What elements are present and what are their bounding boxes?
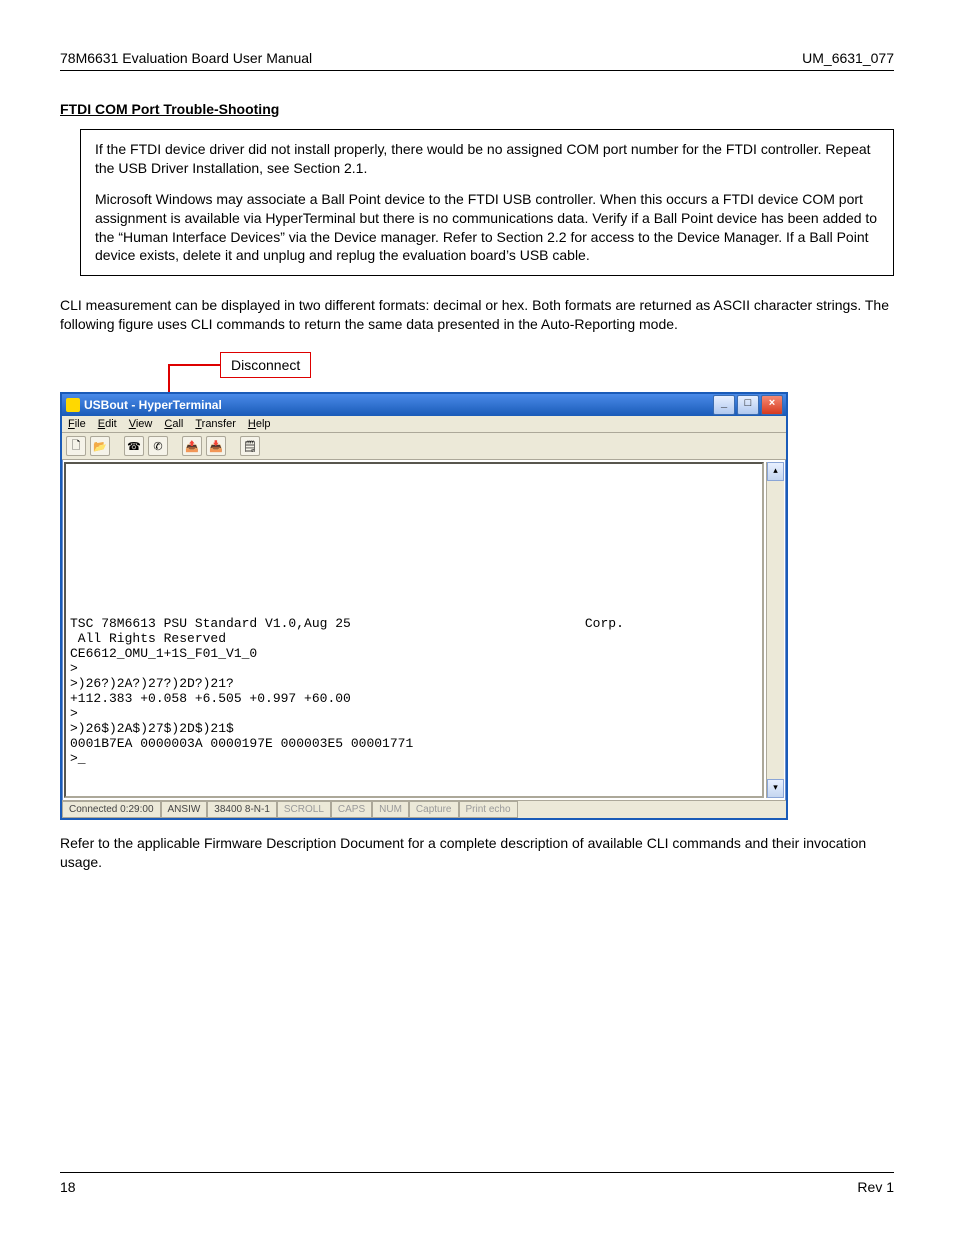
box-paragraph-1: If the FTDI device driver did not instal…	[95, 140, 879, 178]
open-icon[interactable]: 📂	[90, 436, 110, 456]
status-caps: CAPS	[331, 801, 372, 818]
page-footer: 18 Rev 1	[60, 1172, 894, 1195]
menu-edit[interactable]: Edit	[98, 418, 117, 430]
figure-container: Disconnect Use “?” for Decimal format Us…	[60, 352, 894, 812]
titlebar[interactable]: USBout - HyperTerminal _ □ ×	[62, 394, 786, 416]
properties-icon[interactable]: 🗒	[240, 436, 260, 456]
status-bar: Connected 0:29:00 ANSIW 38400 8-N-1 SCRO…	[62, 800, 786, 818]
header-left: 78M6631 Evaluation Board User Manual	[60, 50, 312, 66]
separator	[172, 437, 178, 455]
menu-bar: File Edit View Call Transfer Help	[62, 416, 786, 433]
close-button[interactable]: ×	[761, 395, 783, 415]
status-settings: 38400 8-N-1	[207, 801, 277, 818]
page-header: 78M6631 Evaluation Board User Manual UM_…	[60, 50, 894, 71]
app-icon	[66, 398, 80, 412]
disconnect-icon[interactable]: ✆	[148, 436, 168, 456]
body-paragraph: CLI measurement can be displayed in two …	[60, 296, 894, 334]
receive-icon[interactable]: 📥	[206, 436, 226, 456]
troubleshooting-box: If the FTDI device driver did not instal…	[80, 129, 894, 276]
status-num: NUM	[372, 801, 409, 818]
document-page: 78M6631 Evaluation Board User Manual UM_…	[0, 0, 954, 1235]
box-paragraph-2: Microsoft Windows may associate a Ball P…	[95, 190, 879, 266]
terminal-output[interactable]: TSC 78M6613 PSU Standard V1.0,Aug 25 Cor…	[64, 462, 764, 798]
toolbar: 🗋 📂 ☎ ✆ 📤 📥 🗒	[62, 433, 786, 460]
menu-call[interactable]: Call	[164, 418, 183, 430]
closing-paragraph: Refer to the applicable Firmware Descrip…	[60, 834, 894, 872]
scrollbar[interactable]: ▴ ▾	[766, 462, 784, 798]
section-title: FTDI COM Port Trouble-Shooting	[60, 101, 894, 117]
menu-transfer[interactable]: Transfer	[195, 418, 236, 430]
minimize-button[interactable]: _	[713, 395, 735, 415]
send-icon[interactable]: 📤	[182, 436, 202, 456]
scroll-down-icon[interactable]: ▾	[767, 779, 784, 798]
menu-view[interactable]: View	[129, 418, 153, 430]
connect-icon[interactable]: ☎	[124, 436, 144, 456]
window-title: USBout - HyperTerminal	[84, 398, 222, 412]
callout-disconnect: Disconnect	[220, 352, 311, 378]
new-icon[interactable]: 🗋	[66, 436, 86, 456]
status-capture: Capture	[409, 801, 459, 818]
menu-file[interactable]: File	[68, 418, 86, 430]
hyperterminal-window: USBout - HyperTerminal _ □ × File Edit V…	[60, 392, 788, 820]
scroll-up-icon[interactable]: ▴	[767, 462, 784, 481]
separator	[230, 437, 236, 455]
separator	[114, 437, 120, 455]
status-scroll: SCROLL	[277, 801, 331, 818]
header-right: UM_6631_077	[802, 50, 894, 66]
maximize-button[interactable]: □	[737, 395, 759, 415]
status-connected: Connected 0:29:00	[62, 801, 161, 818]
status-emulation: ANSIW	[161, 801, 208, 818]
menu-help[interactable]: Help	[248, 418, 271, 430]
status-echo: Print echo	[459, 801, 518, 818]
footer-rev: Rev 1	[857, 1179, 894, 1195]
footer-page: 18	[60, 1179, 76, 1195]
callout-line	[168, 364, 220, 366]
